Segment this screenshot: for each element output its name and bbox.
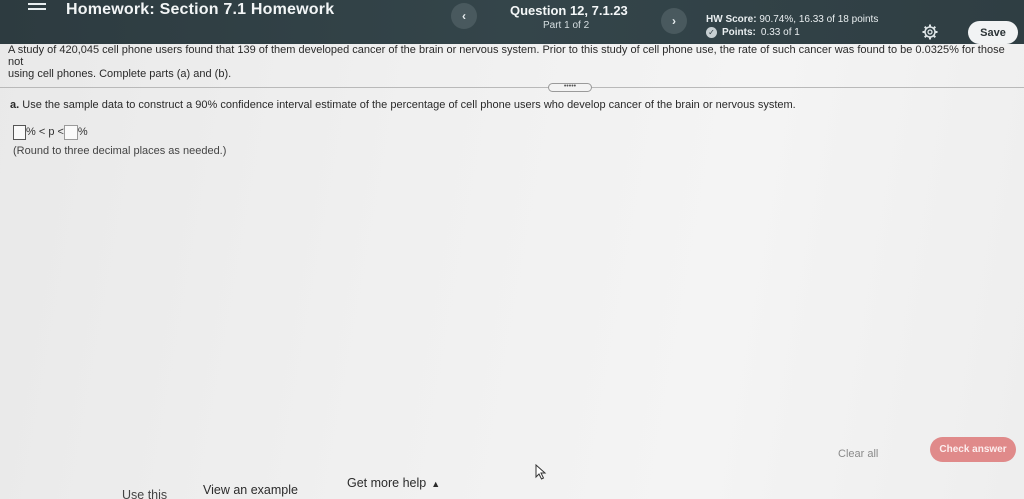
chevron-left-icon: ‹ xyxy=(462,9,466,23)
expand-handle[interactable]: ••••• xyxy=(548,83,592,92)
question-title: Question 12, 7.1.23 xyxy=(510,3,628,18)
settings-gear-icon[interactable] xyxy=(922,24,938,40)
ci-middle-text: % < p < xyxy=(26,126,64,138)
problem-intro-line1: A study of 420,045 cell phone users foun… xyxy=(8,44,1005,68)
rounding-note: (Round to three decimal places as needed… xyxy=(13,145,227,157)
check-answer-button[interactable]: Check answer xyxy=(930,437,1016,462)
problem-intro: A study of 420,045 cell phone users foun… xyxy=(8,44,1020,80)
mouse-cursor-icon xyxy=(535,464,547,480)
chevron-right-icon: › xyxy=(672,14,676,28)
upper-bound-input[interactable] xyxy=(63,124,78,140)
points-value: 0.33 of 1 xyxy=(760,27,800,38)
homework-title: Homework: Section 7.1 Homework xyxy=(66,1,335,18)
points-status-icon: ✓ xyxy=(706,27,717,38)
part-a-text: Use the sample data to construct a 90% c… xyxy=(22,99,796,111)
question-part: Part 1 of 2 xyxy=(543,20,590,31)
part-a-prompt: a. Use the sample data to construct a 90… xyxy=(10,99,796,111)
save-button[interactable]: Save xyxy=(968,21,1018,44)
clear-all-button[interactable]: Clear all xyxy=(838,448,878,460)
hw-score: HW Score: 90.74%, 16.33 of 18 points xyxy=(706,14,878,25)
confidence-interval-row: % < p < % xyxy=(13,123,88,141)
menu-icon[interactable] xyxy=(28,0,46,12)
get-more-help-label: Get more help xyxy=(347,476,427,490)
points-status: ✓ Points: 0.33 of 1 xyxy=(706,27,800,38)
problem-intro-line2: using cell phones. Complete parts (a) an… xyxy=(8,68,232,80)
view-example-link[interactable]: View an example xyxy=(203,483,298,497)
hw-score-value: 90.74%, 16.33 of 18 points xyxy=(759,14,879,25)
points-label: Points: xyxy=(722,27,756,38)
next-question-button[interactable]: › xyxy=(661,8,687,34)
part-a-letter: a. xyxy=(10,99,20,111)
previous-question-button[interactable]: ‹ xyxy=(451,3,477,29)
get-more-help-button[interactable]: Get more help ▲ xyxy=(347,476,440,490)
help-solve-link[interactable]: Use this xyxy=(122,488,167,499)
caret-up-icon: ▲ xyxy=(431,479,441,489)
lower-bound-input[interactable] xyxy=(13,124,26,140)
hw-score-label: HW Score: xyxy=(706,14,757,25)
ci-end-text: % xyxy=(77,126,88,138)
header-bar: Homework: Section 7.1 Homework ‹ Questio… xyxy=(0,0,1024,44)
section-divider xyxy=(0,87,1024,88)
